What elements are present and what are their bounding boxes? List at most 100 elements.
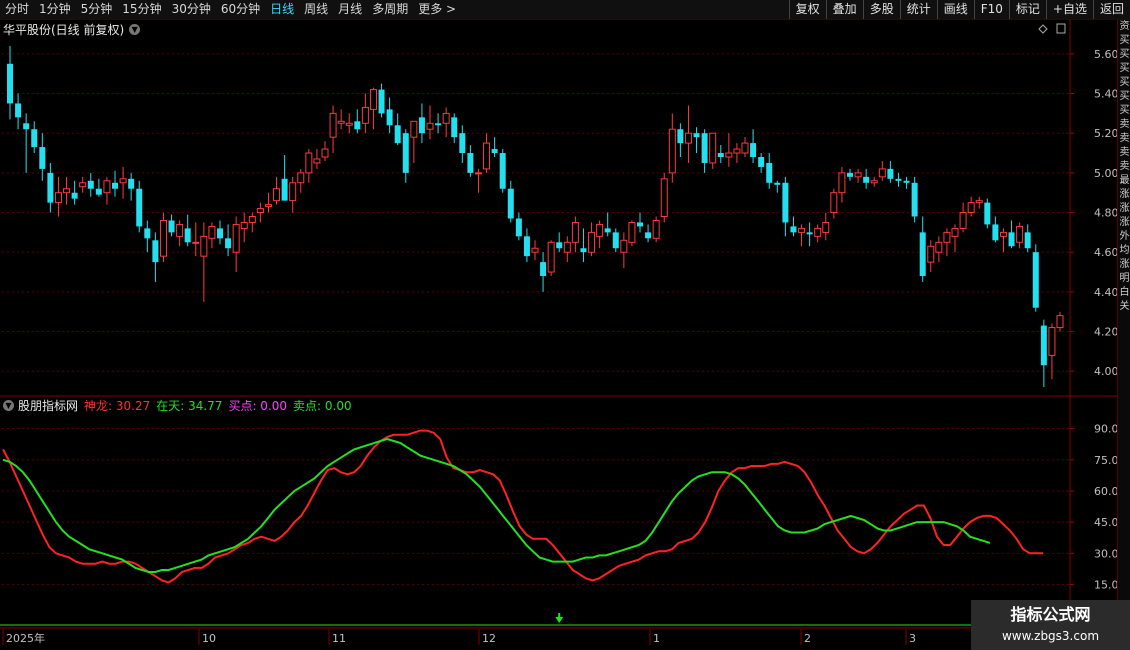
indicator-value-0: 神龙: 30.27 bbox=[84, 398, 151, 413]
candle-body-down bbox=[790, 226, 797, 233]
candle-body-down bbox=[887, 168, 894, 179]
period-tab-10[interactable]: 更多 > bbox=[413, 0, 461, 19]
period-tab-0[interactable]: 分时 bbox=[0, 0, 34, 19]
period-tab-6[interactable]: 日线 bbox=[265, 0, 299, 19]
period-tabs: 分时 1分钟 5分钟 15分钟 30分钟 60分钟 日线 周线 月线 多周期 更多 > bbox=[0, 0, 461, 19]
side-strip-char: 涨 bbox=[1119, 259, 1130, 270]
action-button-6[interactable]: 标记 bbox=[1008, 0, 1046, 19]
side-strip-char: 涨 bbox=[1119, 217, 1130, 228]
candle-body-up bbox=[410, 120, 418, 138]
side-strip-char: 买 bbox=[1119, 77, 1130, 88]
side-strip-char: 涨 bbox=[1119, 203, 1130, 214]
indicator-values: 神龙: 30.27 在天: 34.77 买点: 0.00 卖点: 0.00 bbox=[84, 397, 358, 414]
candle-body-up bbox=[822, 221, 830, 233]
candle-body-up bbox=[329, 112, 337, 138]
indicator-name[interactable]: 股朋指标网 bbox=[18, 397, 78, 414]
candle-body-up bbox=[1048, 327, 1056, 356]
candle-body-down bbox=[459, 133, 466, 154]
candle-body-down bbox=[418, 117, 425, 134]
candle-body-up bbox=[369, 89, 377, 110]
candle-body-down bbox=[39, 147, 46, 169]
candle-body-down bbox=[402, 133, 409, 173]
candle-body-up bbox=[361, 106, 369, 124]
candle-body-down bbox=[451, 117, 458, 138]
candle-body-up bbox=[256, 208, 264, 214]
candle-body-down bbox=[386, 109, 393, 126]
stock-title[interactable]: 华平股份(日线 前复权) bbox=[3, 21, 124, 38]
action-button-8[interactable]: 返回 bbox=[1092, 0, 1130, 19]
candle-body-up bbox=[588, 231, 596, 253]
candle-body-down bbox=[217, 228, 223, 239]
candle-body-down bbox=[847, 172, 853, 177]
action-button-0[interactable]: 复权 bbox=[788, 0, 826, 19]
candle-body-up bbox=[814, 227, 822, 237]
candle-body-down bbox=[354, 121, 361, 130]
candle-body-down bbox=[1032, 252, 1039, 308]
indicator-title: ▼ 股朋指标网 神龙: 30.27 在天: 34.77 买点: 0.00 卖点: 0.… bbox=[3, 397, 358, 413]
candle-body-down bbox=[507, 188, 514, 219]
candle-body-up bbox=[999, 231, 1007, 237]
period-tab-9[interactable]: 多周期 bbox=[367, 0, 413, 19]
candle-body-up bbox=[119, 178, 127, 184]
indicator-line-1 bbox=[2, 437, 991, 573]
candle-body-up bbox=[337, 120, 345, 124]
candle-body-up bbox=[959, 212, 967, 229]
candle-body-down bbox=[919, 232, 926, 276]
candle-body-down bbox=[863, 176, 870, 183]
candle-body-up bbox=[240, 221, 248, 229]
candle-body-down bbox=[394, 125, 401, 144]
candle-body-up bbox=[838, 172, 846, 194]
candle-body-up bbox=[321, 148, 329, 158]
period-toolbar: 分时 1分钟 5分钟 15分钟 30分钟 60分钟 日线 周线 月线 多周期 更多 > 复权 叠加 多股… bbox=[0, 0, 1130, 20]
candle-body-up bbox=[620, 239, 628, 253]
action-button-1[interactable]: 叠加 bbox=[825, 0, 863, 19]
side-strip-char: 买 bbox=[1119, 35, 1130, 46]
indicator-value-2: 买点: 0.00 bbox=[228, 398, 288, 413]
period-tab-5[interactable]: 60分钟 bbox=[216, 0, 265, 19]
chevron-down-icon[interactable]: ▼ bbox=[129, 23, 141, 35]
indicator-line-0 bbox=[2, 429, 1043, 584]
chevron-down-icon[interactable]: ▼ bbox=[3, 399, 14, 411]
action-button-7[interactable]: +自选 bbox=[1045, 0, 1093, 19]
side-strip-char: 买 bbox=[1119, 63, 1130, 74]
candle-body-down bbox=[1024, 232, 1031, 249]
candle-body-up bbox=[652, 219, 660, 239]
action-button-4[interactable]: 画线 bbox=[936, 0, 974, 19]
period-tab-8[interactable]: 月线 bbox=[333, 0, 367, 19]
candle-body-up bbox=[628, 221, 636, 243]
candle-body-up bbox=[709, 132, 717, 164]
period-tab-7[interactable]: 周线 bbox=[299, 0, 333, 19]
side-strip-char: 卖 bbox=[1119, 147, 1130, 158]
side-strip-char: 卖 bbox=[1119, 119, 1130, 130]
candle-body-down bbox=[281, 178, 288, 201]
candle-body-up bbox=[870, 180, 878, 184]
action-buttons: 复权 叠加 多股 统计 画线 F10 标记 +自选 返回 bbox=[788, 0, 1130, 19]
action-button-3[interactable]: 统计 bbox=[899, 0, 937, 19]
candle-body-down bbox=[1040, 325, 1047, 366]
candle-body-down bbox=[717, 153, 724, 157]
candle-body-down bbox=[499, 153, 506, 189]
date-tick-label: 12 bbox=[482, 632, 496, 645]
candle-body-down bbox=[758, 157, 765, 167]
candle-body-down bbox=[144, 228, 151, 239]
action-button-2[interactable]: 多股 bbox=[862, 0, 900, 19]
candle-body-down bbox=[515, 218, 522, 237]
candle-body-up bbox=[975, 200, 983, 204]
candle-body-down bbox=[1008, 232, 1015, 247]
candle-body-up bbox=[159, 219, 167, 257]
candle-body-down bbox=[31, 129, 38, 148]
period-tab-3[interactable]: 15分钟 bbox=[117, 0, 166, 19]
price-tick-label: 4.60 bbox=[1094, 246, 1119, 259]
candle-body-down bbox=[895, 178, 902, 181]
period-tab-1[interactable]: 1分钟 bbox=[34, 0, 76, 19]
candle-body-down bbox=[128, 178, 135, 189]
period-tab-2[interactable]: 5分钟 bbox=[76, 0, 118, 19]
period-tab-4[interactable]: 30分钟 bbox=[167, 0, 216, 19]
candle-body-up bbox=[951, 227, 959, 237]
candle-body-up bbox=[474, 172, 482, 175]
candle-body-up bbox=[668, 128, 676, 174]
action-button-5[interactable]: F10 bbox=[973, 0, 1009, 19]
diamond-icon bbox=[1038, 24, 1048, 34]
candle-body-up bbox=[313, 158, 321, 164]
candle-body-up bbox=[927, 245, 935, 263]
